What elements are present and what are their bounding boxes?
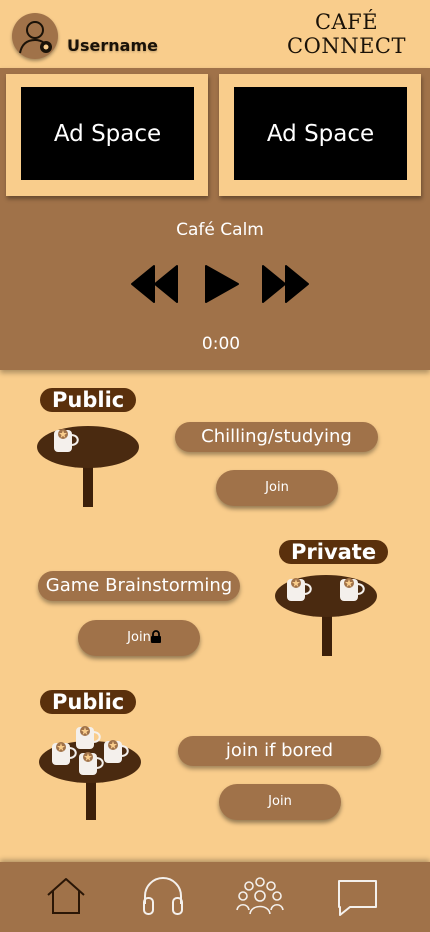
room-2-topic: Game Brainstorming <box>38 571 240 601</box>
room-1-join-button[interactable]: Join <box>216 470 338 506</box>
lock-icon <box>151 630 161 643</box>
room-3-join-label: Join <box>268 794 292 809</box>
room-1-topic: Chilling/studying <box>175 422 378 452</box>
brand-line-2: CONNECT <box>287 34 406 58</box>
chat-icon[interactable] <box>336 878 380 918</box>
play-icon[interactable] <box>203 264 241 304</box>
ad-frame-right: Ad Space <box>219 74 421 196</box>
headphones-icon[interactable] <box>141 876 185 916</box>
fast-forward-icon[interactable] <box>260 264 310 304</box>
room-1-join-label: Join <box>265 480 289 495</box>
player-controls <box>130 264 310 306</box>
playback-time: 0:00 <box>201 334 241 354</box>
brand-line-1: CAFÉ <box>314 10 379 34</box>
room-3-visibility-tag: Public <box>40 690 137 714</box>
room-3-join-button[interactable]: Join <box>219 784 341 820</box>
room-2-join-button[interactable]: Join <box>78 620 200 656</box>
app-logo: CAFÉ CONNECT <box>287 10 406 58</box>
username[interactable]: Username <box>67 36 158 55</box>
avatar[interactable] <box>12 13 58 59</box>
user-icon <box>19 21 52 54</box>
room-2-table-icon <box>275 575 377 656</box>
room-1-visibility-tag: Public <box>40 388 137 412</box>
rewind-icon[interactable] <box>130 264 180 304</box>
room-1-table-icon <box>37 426 139 507</box>
ad-space-left[interactable]: Ad Space <box>21 87 194 180</box>
header: Username CAFÉ CONNECT <box>0 0 430 68</box>
room-2-join-label: Join <box>127 630 151 645</box>
room-3-topic: join if bored <box>178 736 381 766</box>
bottom-nav <box>0 862 430 932</box>
ad-frame-left: Ad Space <box>6 74 208 196</box>
ad-space-right[interactable]: Ad Space <box>234 87 407 180</box>
music-player-panel: Ad Space Ad Space Café Calm 0:00 <box>0 68 430 370</box>
group-icon[interactable] <box>235 876 285 916</box>
track-title: Café Calm <box>176 220 264 240</box>
home-icon[interactable] <box>45 876 87 916</box>
room-3-table-icon <box>39 726 141 820</box>
room-2-visibility-tag: Private <box>279 540 389 564</box>
